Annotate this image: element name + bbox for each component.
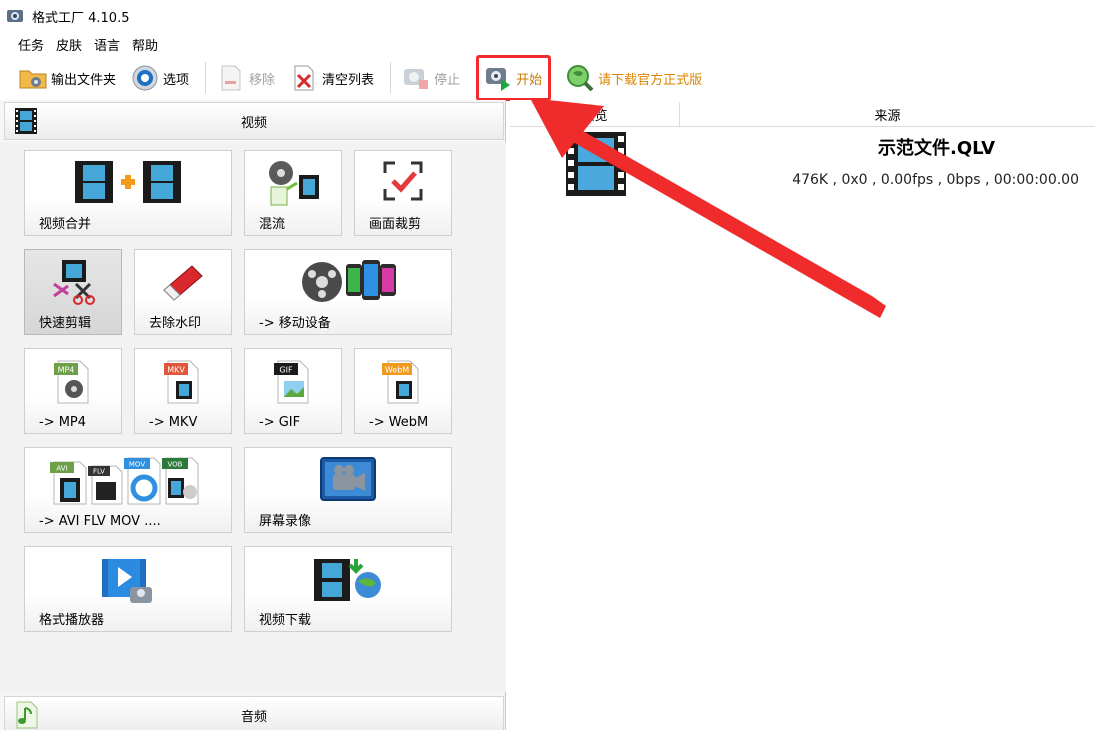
tile-video-merge-label: 视频合并 (39, 217, 92, 232)
tile-mobile-device-label: -> 移动设备 (259, 316, 331, 331)
tile-quick-cut-label: 快速剪辑 (39, 316, 92, 331)
output-folder-label: 输出文件夹 (51, 72, 117, 88)
tile-remove-watermark[interactable]: 去除水印 (134, 249, 232, 335)
file-info: 476K , 0x0 , 0.00fps , 0bps , 00:00:00.0… (792, 172, 1079, 188)
toolbar-separator (205, 62, 207, 94)
tile-to-mp4-label: -> MP4 (39, 415, 87, 430)
music-note-icon (16, 701, 38, 729)
stop-icon (404, 69, 429, 89)
mp4-file-icon: MP4 (54, 360, 89, 404)
webm-file-icon: WebM (382, 360, 419, 404)
mkv-file-icon: MKV (164, 360, 199, 404)
stop-button[interactable]: 停止 (397, 60, 464, 96)
task-list-panel: 预览 来源 示范文件.QLV 476K , 0x0 , 0.00fps , 0b… (510, 100, 1095, 730)
start-button[interactable]: 开始 (476, 55, 552, 101)
webm-badge: WebM (385, 366, 409, 375)
toolbar: 输出文件夹 选项 移除 清空列表 停止 开始 请下载官方正式版 (0, 55, 1095, 101)
audio-category-title: 音频 (240, 709, 267, 725)
tile-quick-cut[interactable]: 快速剪辑 (24, 249, 122, 335)
clear-list-label: 清空列表 (322, 72, 375, 88)
category-panel: 视频 视频合并 混流 画面裁剪 快速剪辑 去除水印 -> 移动设备 MP4 ->… (0, 100, 506, 730)
tile-to-gif-label: -> GIF (259, 415, 301, 430)
vob-badge: VOB (168, 461, 183, 469)
video-category-header[interactable]: 视频 (4, 102, 504, 140)
video-file-thumbnail-icon (566, 132, 626, 196)
mobile-devices-icon (302, 260, 396, 302)
download-official-button[interactable]: 请下载官方正式版 (561, 60, 706, 96)
tile-to-mp4[interactable]: MP4 -> MP4 (24, 348, 122, 434)
tile-to-webm-label: -> WebM (369, 415, 429, 430)
options-button[interactable]: 选项 (126, 60, 193, 96)
tile-screen-record-label: 屏幕录像 (259, 514, 312, 529)
output-folder-button[interactable]: 输出文件夹 (14, 60, 120, 96)
tile-to-webm[interactable]: WebM -> WebM (354, 348, 452, 434)
file-name: 示范文件.QLV (878, 138, 996, 159)
film-strip-icon (15, 108, 37, 134)
avi-badge: AVI (56, 465, 67, 473)
scissors-film-icon (53, 260, 95, 305)
tile-to-mkv-label: -> MKV (149, 415, 198, 430)
title-bar: 格式工厂 4.10.5 (0, 0, 1095, 32)
gif-file-icon: GIF (274, 360, 309, 404)
options-label: 选项 (163, 72, 190, 88)
tile-crop[interactable]: 画面裁剪 (354, 150, 452, 236)
app-logo-icon (7, 10, 23, 22)
mkv-badge: MKV (167, 366, 185, 375)
toolbar-separator (390, 62, 392, 94)
clear-list-button[interactable]: 清空列表 (285, 60, 378, 96)
menu-task[interactable]: 任务 (12, 33, 50, 56)
menu-skin[interactable]: 皮肤 (50, 33, 88, 56)
menu-help[interactable]: 帮助 (126, 33, 164, 56)
task-row[interactable]: 示范文件.QLV 476K , 0x0 , 0.00fps , 0bps , 0… (510, 128, 1095, 200)
mov-badge: MOV (129, 461, 145, 469)
start-label: 开始 (516, 72, 543, 88)
window-title: 格式工厂 4.10.5 (32, 10, 130, 26)
screen-record-icon (320, 457, 376, 501)
tile-to-gif[interactable]: GIF -> GIF (244, 348, 342, 434)
gear-icon (132, 65, 158, 91)
audio-category-header[interactable]: 音频 (4, 696, 504, 730)
gif-badge: GIF (279, 366, 293, 375)
eraser-icon (163, 265, 203, 301)
tile-mux[interactable]: 混流 (244, 150, 342, 236)
video-category-title: 视频 (240, 115, 267, 131)
crop-icon (383, 161, 423, 201)
player-icon (102, 559, 152, 603)
format-factory-window: 格式工厂 4.10.5 任务 皮肤 语言 帮助 输出文件夹 选项 移除 清空列表… (0, 0, 1095, 730)
tile-video-download[interactable]: 视频下载 (244, 546, 452, 632)
tile-remove-watermark-label: 去除水印 (149, 316, 202, 331)
tile-multi-format[interactable]: AVI FLV MOV VOB -> AVI FLV MOV .... (24, 447, 232, 533)
remove-button[interactable]: 移除 (212, 60, 279, 96)
video-tools-grid: 视频合并 混流 画面裁剪 快速剪辑 去除水印 -> 移动设备 MP4 -> MP… (0, 142, 506, 692)
document-remove-icon (221, 65, 241, 91)
tile-format-player-label: 格式播放器 (39, 613, 105, 628)
tile-format-player[interactable]: 格式播放器 (24, 546, 232, 632)
download-official-label: 请下载官方正式版 (598, 72, 703, 88)
tile-video-merge[interactable]: 视频合并 (24, 150, 232, 236)
column-header-source[interactable]: 来源 (680, 102, 1095, 127)
multi-format-icon: AVI FLV MOV VOB (50, 457, 199, 505)
menu-language[interactable]: 语言 (88, 33, 126, 56)
tile-mux-label: 混流 (259, 217, 286, 232)
tile-crop-label: 画面裁剪 (369, 217, 422, 232)
menu-bar: 任务 皮肤 语言 帮助 (0, 32, 1095, 56)
mp4-badge: MP4 (58, 366, 75, 375)
folder-icon (19, 70, 47, 89)
clear-list-icon (294, 65, 314, 91)
start-icon (486, 68, 511, 91)
tile-multi-format-label: -> AVI FLV MOV .... (39, 514, 161, 529)
mux-icon (269, 161, 319, 206)
magnifier-globe-icon (567, 65, 594, 92)
tile-video-download-label: 视频下载 (259, 613, 312, 628)
video-merge-icon (75, 161, 181, 203)
tile-screen-record[interactable]: 屏幕录像 (244, 447, 452, 533)
stop-label: 停止 (434, 72, 461, 88)
tile-mobile-device[interactable]: -> 移动设备 (244, 249, 452, 335)
tile-to-mkv[interactable]: MKV -> MKV (134, 348, 232, 434)
column-header-preview[interactable]: 预览 (510, 102, 680, 127)
video-download-icon (314, 559, 381, 601)
flv-badge: FLV (93, 468, 105, 476)
remove-label: 移除 (249, 72, 276, 88)
